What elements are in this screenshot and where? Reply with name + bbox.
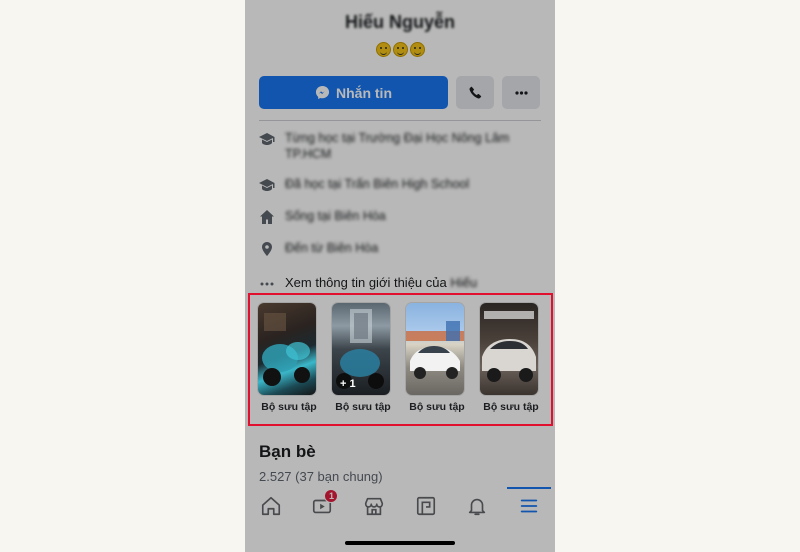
message-button[interactable]: Nhắn tin (259, 76, 448, 109)
info-text: Đã học tại Trấn Biên High School (285, 177, 470, 191)
album-label: Bộ sưu tập (261, 401, 317, 413)
profile-name: Hiếu Nguyễn (344, 12, 455, 32)
ellipsis-icon (260, 282, 274, 286)
album-card[interactable]: + 1 Bộ sưu tập (332, 303, 392, 413)
info-text: Sống tại Biên Hòa (285, 209, 386, 223)
album-card[interactable]: Bộ sưu tập (406, 303, 466, 413)
hamburger-menu-icon (520, 499, 538, 513)
tab-marketplace[interactable] (354, 488, 394, 524)
marketplace-icon (365, 497, 384, 516)
call-button[interactable] (456, 76, 494, 109)
profile-actions: Nhắn tin (259, 76, 541, 109)
tab-watch[interactable]: 1 (302, 488, 342, 524)
motorbike-photo (262, 313, 310, 386)
album-thumbnail (480, 303, 538, 395)
news-icon (416, 496, 435, 516)
album-label: Bộ sưu tập (335, 401, 391, 413)
album-thumbnail: + 1 (332, 303, 390, 395)
tab-home[interactable] (251, 488, 291, 524)
car-photo (406, 321, 464, 379)
home-indicator (345, 541, 455, 545)
graduation-cap-icon (259, 133, 275, 145)
friends-section-title: Bạn bè (259, 442, 316, 461)
info-row-highschool: Đã học tại Trấn Biên High School (259, 176, 541, 193)
phone-icon (469, 86, 481, 99)
watch-notification-badge: 1 (324, 489, 339, 503)
featured-albums: Bộ sưu tập + 1 Bộ sưu tập Bộ sưu tập Bộ … (258, 303, 548, 413)
see-intro-name: Hiếu (450, 275, 478, 290)
album-thumbnail (258, 303, 316, 395)
home-icon (261, 496, 280, 516)
home-icon (260, 210, 274, 224)
info-row-education: Từng học tại Trường Đại Học Nông Lâm TP.… (259, 130, 541, 162)
profile-bio-emojis (245, 42, 555, 60)
info-text: Từng học tại Trường Đại Học Nông Lâm TP.… (285, 131, 510, 161)
info-row-lives-in: Sống tại Biên Hòa (259, 208, 541, 225)
smiley-emoji-icon (375, 42, 391, 57)
more-options-button[interactable] (502, 76, 540, 109)
ellipsis-icon (514, 90, 528, 95)
friends-count[interactable]: 2.527 (37 bạn chung) (259, 469, 383, 484)
location-pin-icon (262, 242, 272, 256)
album-label: Bộ sưu tập (409, 401, 465, 413)
album-thumbnail (406, 303, 464, 395)
bottom-tab-bar: 1 (245, 487, 555, 525)
divider (259, 120, 541, 121)
see-intro-link[interactable]: Xem thông tin giới thiệu của Hiếu (259, 275, 541, 292)
info-text: Đến từ Biên Hòa (285, 241, 379, 255)
car-photo (482, 311, 536, 382)
album-label: Bộ sưu tập (483, 401, 539, 413)
tab-notifications[interactable] (457, 488, 497, 524)
graduation-cap-icon (259, 179, 275, 191)
album-card[interactable]: Bộ sưu tập (258, 303, 318, 413)
see-intro-label: Xem thông tin giới thiệu của (285, 275, 447, 290)
info-row-from: Đến từ Biên Hòa (259, 240, 541, 257)
album-extra-count: + 1 (340, 378, 356, 390)
smiley-emoji-icon (392, 42, 408, 57)
phone-screen: Hiếu Nguyễn Nhắn tin Từng học tại Trường… (245, 0, 555, 552)
message-button-label: Nhắn tin (336, 84, 392, 101)
bell-icon (469, 498, 486, 516)
smiley-emoji-icon (409, 42, 425, 57)
messenger-icon (315, 85, 330, 100)
tab-news[interactable] (406, 488, 446, 524)
album-card[interactable]: Bộ sưu tập (480, 303, 540, 413)
tab-menu[interactable] (507, 487, 552, 524)
